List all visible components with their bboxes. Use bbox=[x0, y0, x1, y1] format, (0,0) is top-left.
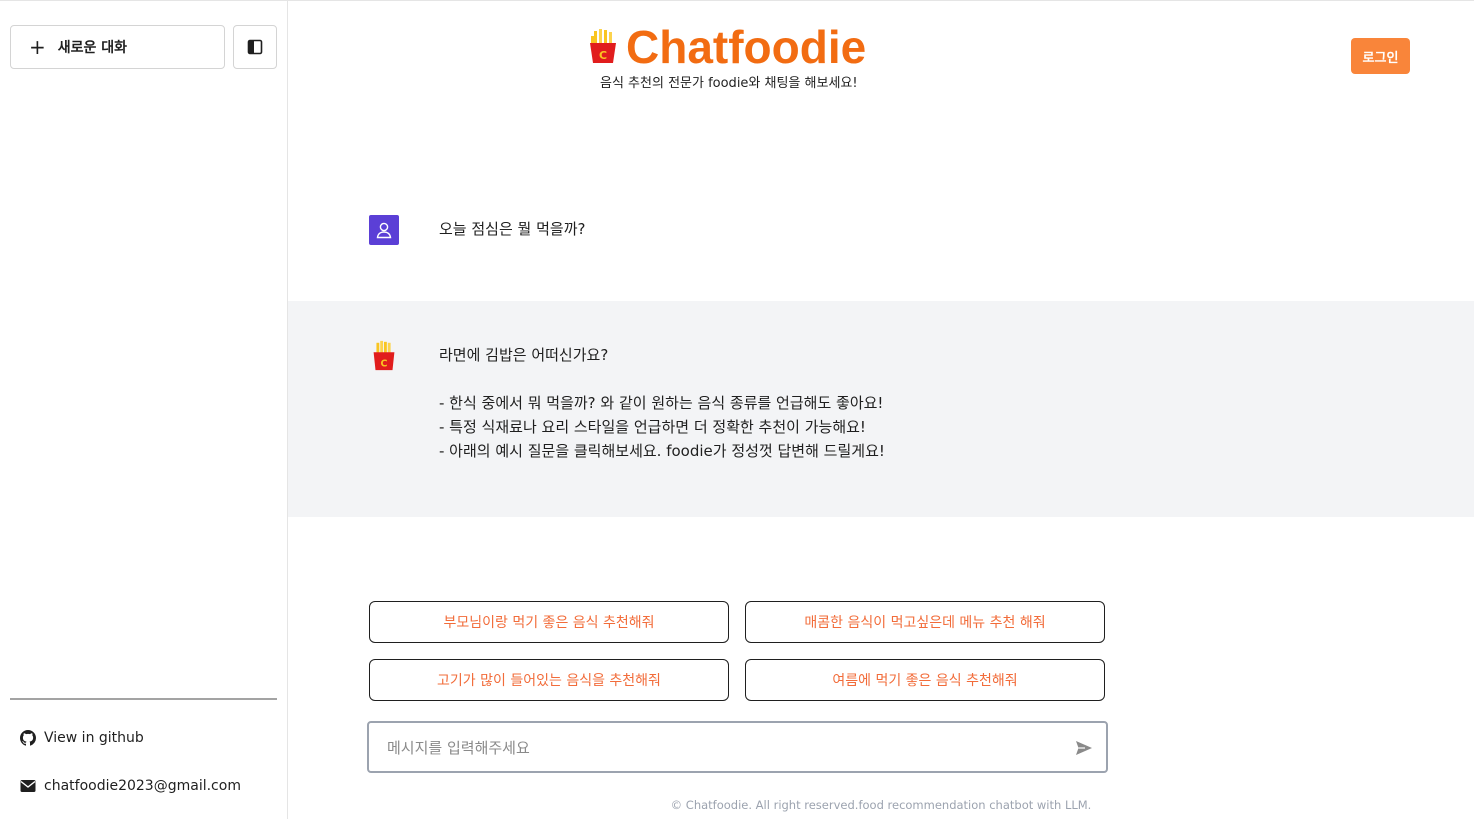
message-input-box bbox=[367, 721, 1108, 773]
plus-icon: + bbox=[29, 35, 46, 59]
bot-message-tip: - 아래의 예시 질문을 클릭해보세요. foodie가 정성껏 답변해 드릴게… bbox=[439, 442, 885, 460]
message-input[interactable] bbox=[387, 735, 1047, 761]
fries-logo-icon: C bbox=[590, 29, 616, 63]
app-title: Chatfoodie bbox=[626, 21, 867, 73]
suggestion-button[interactable]: 매콤한 음식이 먹고싶은데 메뉴 추천 해줘 bbox=[745, 601, 1105, 643]
send-icon bbox=[1076, 741, 1092, 755]
suggestion-button[interactable]: 여름에 먹기 좋은 음식 추천해줘 bbox=[745, 659, 1105, 701]
fries-icon: C bbox=[373, 340, 395, 371]
sidebar-divider bbox=[10, 698, 277, 700]
user-icon bbox=[376, 222, 392, 239]
sidebar-toggle-icon bbox=[247, 39, 263, 55]
svg-text:C: C bbox=[381, 358, 388, 369]
user-message-row: 오늘 점심은 뭘 먹을까? bbox=[288, 191, 1474, 301]
bot-message-text: 라면에 김밥은 어떠신가요? - 한식 중에서 뭐 먹을까? 와 같이 원하는 … bbox=[439, 343, 885, 463]
user-message-text: 오늘 점심은 뭘 먹을까? bbox=[439, 220, 586, 238]
github-icon bbox=[20, 730, 36, 746]
email-link-label: chatfoodie2023@gmail.com bbox=[44, 778, 241, 794]
bot-message-first: 라면에 김밥은 어떠신가요? bbox=[439, 346, 609, 364]
bot-message-tip: - 특정 식재료나 요리 스타일을 언급하면 더 정확한 추천이 가능해요! bbox=[439, 418, 866, 436]
login-button[interactable]: 로그인 bbox=[1351, 38, 1410, 74]
footer-text: © Chatfoodie. All right reserved.food re… bbox=[670, 798, 1092, 812]
bot-message-gap bbox=[439, 367, 885, 391]
github-link[interactable]: View in github bbox=[20, 730, 144, 746]
email-link[interactable]: chatfoodie2023@gmail.com bbox=[20, 778, 241, 794]
brand: C Chatfoodie bbox=[588, 21, 866, 73]
bot-avatar: C bbox=[369, 339, 399, 373]
new-chat-button[interactable]: + 새로운 대화 bbox=[10, 25, 225, 69]
sidebar-toggle-button[interactable] bbox=[233, 25, 277, 69]
github-link-label: View in github bbox=[44, 730, 144, 746]
bot-message-row: C 라면에 김밥은 어떠신가요? - 한식 중에서 뭐 먹을까? 와 같이 원하… bbox=[288, 301, 1474, 517]
new-chat-label: 새로운 대화 bbox=[57, 40, 128, 56]
header: C Chatfoodie 음식 추천의 전문가 foodie와 채팅을 해보세요… bbox=[288, 1, 1474, 111]
sidebar: + 새로운 대화 View in github chatfoodie2023@g… bbox=[0, 1, 288, 819]
envelope-icon bbox=[20, 778, 36, 794]
suggestion-button[interactable]: 고기가 많이 들어있는 음식을 추천해줘 bbox=[369, 659, 729, 701]
bot-message-tip: - 한식 중에서 뭐 먹을까? 와 같이 원하는 음식 종류를 언급해도 좋아요… bbox=[439, 394, 884, 412]
svg-text:C: C bbox=[599, 49, 607, 62]
app-subtitle: 음식 추천의 전문가 foodie와 채팅을 해보세요! bbox=[600, 76, 858, 91]
suggestion-button[interactable]: 부모님이랑 먹기 좋은 음식 추천해줘 bbox=[369, 601, 729, 643]
send-button[interactable] bbox=[1072, 736, 1096, 760]
user-avatar bbox=[369, 215, 399, 245]
